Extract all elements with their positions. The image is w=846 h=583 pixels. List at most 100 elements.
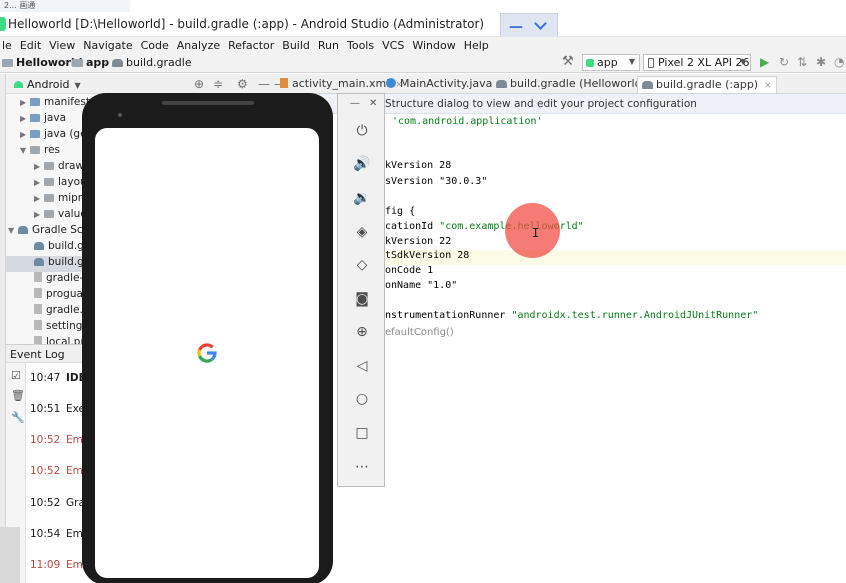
- menu-analyze[interactable]: Analyze: [177, 39, 220, 52]
- menu-view[interactable]: View: [49, 39, 75, 52]
- zoom-icon[interactable]: ⊕: [338, 320, 386, 344]
- chevron-down-icon: ▼: [74, 81, 81, 90]
- event-row[interactable]: 10:51 Exe: [30, 403, 85, 415]
- navigation-bar: Helloworld › app › build.gradle ⚒ app ▼ …: [0, 53, 846, 73]
- menu-navigate[interactable]: Navigate: [83, 39, 132, 52]
- code-line: 'com.android.application': [392, 116, 543, 127]
- event-log-title: Event Log: [10, 348, 65, 361]
- gear-icon[interactable]: ⚙: [237, 77, 248, 91]
- tree-item-build-gradle-app[interactable]: build.gr: [6, 256, 90, 272]
- more-icon[interactable]: ⋯: [338, 455, 386, 479]
- event-row[interactable]: 10:52 Gra: [30, 497, 85, 509]
- tree-item-drawable[interactable]: ▶ draw: [34, 160, 84, 176]
- menu-tools[interactable]: Tools: [347, 39, 374, 52]
- tree-item-java[interactable]: ▶ java: [20, 112, 66, 128]
- background-window-tab[interactable]: 2... 画通: [0, 0, 130, 12]
- power-icon[interactable]: ⏻: [338, 119, 386, 143]
- menu-run[interactable]: Run: [318, 39, 339, 52]
- minimize-icon[interactable]: —: [350, 98, 360, 109]
- folder-icon: [2, 59, 13, 67]
- camera-icon[interactable]: ◙: [338, 287, 386, 311]
- mark-read-icon[interactable]: ☑: [11, 369, 21, 382]
- event-row[interactable]: 10:47 IDE: [30, 372, 86, 384]
- menu-help[interactable]: Help: [464, 39, 489, 52]
- gradle-icon: [18, 226, 28, 234]
- tree-item-gradle-wrapper[interactable]: gradle-: [34, 272, 83, 288]
- event-row[interactable]: 10:52 Emu: [30, 465, 90, 477]
- code-line: kVersion 22: [385, 236, 452, 247]
- event-row[interactable]: 11:09 Emu: [30, 559, 90, 571]
- rotate-right-icon[interactable]: ◇: [338, 253, 386, 277]
- breadcrumb-separator: ›: [104, 57, 108, 68]
- tree-item-build-gradle-project[interactable]: build.gr: [34, 240, 88, 256]
- home-icon[interactable]: ○: [338, 387, 386, 411]
- phone-camera: [118, 113, 122, 117]
- android-icon: [586, 59, 594, 67]
- scope-icon[interactable]: ⊕: [194, 77, 204, 91]
- code-line: nstrumentationRunner "androidx.test.runn…: [385, 310, 759, 321]
- code-line: onCode 1: [385, 265, 434, 276]
- menu-vcs[interactable]: VCS: [382, 39, 404, 52]
- rotate-left-icon[interactable]: ◈: [338, 220, 386, 244]
- device-select[interactable]: Pixel 2 XL API 26 ▼: [643, 54, 751, 71]
- close-icon[interactable]: ✕: [369, 98, 377, 109]
- tree-item-values[interactable]: ▶ value: [34, 208, 87, 224]
- tree-item-res[interactable]: ▼ res: [20, 144, 60, 160]
- close-icon[interactable]: ×: [764, 81, 772, 91]
- apply-code-changes-icon[interactable]: ⇅: [797, 55, 807, 69]
- breadcrumb-separator: ›: [64, 57, 68, 68]
- menu-build[interactable]: Build: [282, 39, 310, 52]
- breadcrumb-file[interactable]: build.gradle: [112, 56, 192, 69]
- run-config-select[interactable]: app ▼: [582, 54, 640, 71]
- menu-window[interactable]: Window: [412, 39, 455, 52]
- code-line: kVersion 28: [385, 160, 452, 171]
- code-line: onName "1.0": [385, 280, 458, 291]
- phone-icon: [648, 58, 654, 68]
- hide-icon[interactable]: —: [258, 77, 270, 91]
- overview-icon[interactable]: □: [338, 421, 386, 445]
- gradle-icon: [642, 81, 653, 89]
- project-view-selector[interactable]: Android ▼: [14, 78, 81, 91]
- menu-file[interactable]: le: [2, 39, 12, 52]
- event-row[interactable]: 10:52 Emu: [30, 434, 90, 446]
- folder-icon: [44, 178, 54, 186]
- volume-up-icon[interactable]: 🔊: [338, 152, 386, 176]
- tree-item-proguard[interactable]: proguar: [34, 288, 87, 304]
- collapse-icon[interactable]: ≑: [213, 77, 223, 91]
- menu-edit[interactable]: Edit: [20, 39, 41, 52]
- event-row[interactable]: 10:54 Emu: [30, 528, 90, 540]
- tab-build-gradle-project[interactable]: build.gradle (Helloworld)×: [496, 77, 659, 90]
- folder-icon: [44, 210, 54, 218]
- apply-changes-icon[interactable]: ↻: [779, 55, 789, 69]
- volume-down-icon[interactable]: 🔉: [338, 186, 386, 210]
- file-icon: [34, 288, 42, 298]
- tab-build-gradle-app[interactable]: build.gradle (:app) ×: [637, 76, 777, 93]
- hammer-icon[interactable]: ⚒: [562, 54, 574, 69]
- back-icon[interactable]: ◁: [338, 354, 386, 378]
- window-controls: —: [500, 13, 558, 39]
- chevron-down-icon: ▼: [628, 57, 635, 66]
- tree-item-gradle-scripts[interactable]: ▼ Gradle Scri: [8, 224, 90, 240]
- debug-icon[interactable]: ✱: [816, 55, 826, 69]
- wrench-icon[interactable]: 🔧: [11, 411, 25, 424]
- code-hint: efaultConfig(): [385, 327, 454, 338]
- tab-main-activity-java[interactable]: MainActivity.java×: [386, 77, 506, 90]
- delete-icon[interactable]: 🗑: [11, 389, 25, 402]
- code-line: fig {: [385, 206, 416, 217]
- gradle-icon: [34, 258, 44, 266]
- file-icon: [34, 320, 42, 330]
- menu-code[interactable]: Code: [141, 39, 169, 52]
- tree-item-java-generated[interactable]: ▶ java (ge: [20, 128, 87, 144]
- tree-item-settings-gradle[interactable]: settings: [34, 320, 88, 336]
- menu-bar: le Edit View Navigate Code Analyze Refac…: [0, 37, 846, 53]
- tree-item-mipmap[interactable]: ▶ mipm: [34, 192, 88, 208]
- java-class-icon: [386, 78, 396, 88]
- run-icon[interactable]: ▶: [760, 55, 769, 69]
- tab-activity-main-xml[interactable]: activity_main.xml ×: [280, 77, 403, 90]
- tree-item-layout[interactable]: ▶ layou: [34, 176, 87, 192]
- menu-refactor[interactable]: Refactor: [228, 39, 274, 52]
- minimize-icon[interactable]: —: [509, 19, 523, 35]
- profile-icon[interactable]: ◔: [834, 55, 844, 69]
- chevron-down-icon[interactable]: [534, 17, 547, 30]
- breadcrumb-project[interactable]: Helloworld: [2, 56, 83, 69]
